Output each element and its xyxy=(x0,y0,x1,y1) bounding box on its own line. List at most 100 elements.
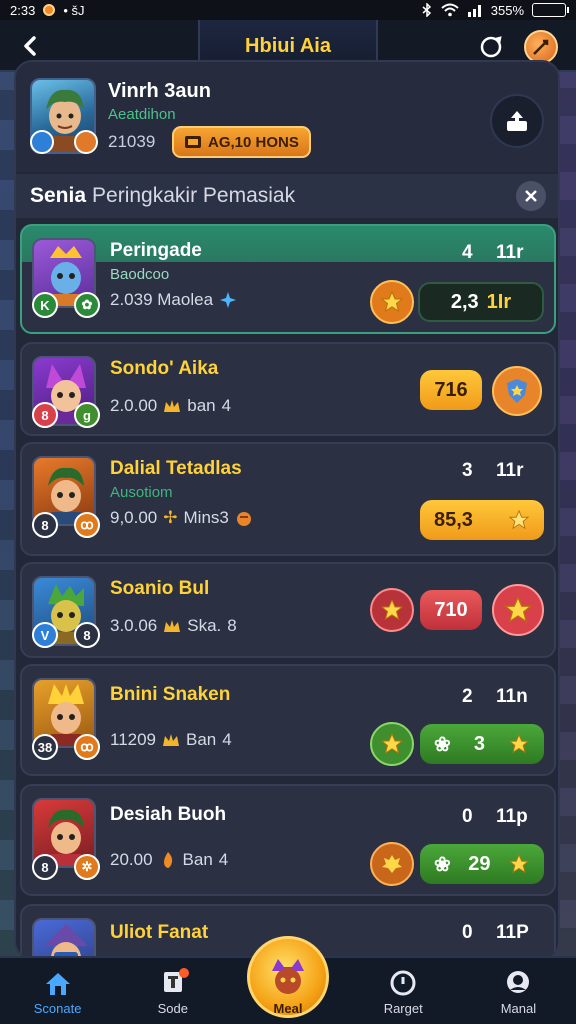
score-pill[interactable]: ❀ 29 xyxy=(420,844,544,884)
hero-class-badge: K xyxy=(32,292,58,318)
nav-clock[interactable]: Rarget xyxy=(346,958,461,1024)
pill-value: 710 xyxy=(434,598,468,621)
hero-element-badge: g xyxy=(74,402,100,428)
nav-center-label: Meal xyxy=(273,1001,303,1016)
sword-icon xyxy=(533,39,549,55)
ranking-panel: Vinrh 3aun Aeatdihon 21039 AG,10 HONS Se… xyxy=(14,60,560,960)
player-class-badge xyxy=(30,130,54,154)
ranking-row[interactable]: 8 ꝏ Dalial Tetadlas Ausotiom 9,0.00 ✢ Mi… xyxy=(20,442,556,556)
row-title: Uliot Fanat xyxy=(110,922,209,943)
bluetooth-icon xyxy=(422,3,431,17)
ranking-row[interactable]: 38 ꝏ Bnini Snaken 11209 Ban 4 2 11n ❀ 3 xyxy=(20,664,556,776)
battery-percent: 355% xyxy=(490,2,524,18)
crown-icon xyxy=(164,400,181,412)
wifi-icon xyxy=(441,3,459,17)
fist-icon xyxy=(236,512,251,526)
signal-icon xyxy=(467,5,481,17)
star-button[interactable] xyxy=(370,722,414,766)
row-title: Dalial Tetadlas xyxy=(110,458,242,479)
clover-icon: ❀ xyxy=(434,733,451,756)
row-title: Soanio Bul xyxy=(110,578,210,599)
row-subtitle: Baodcoo xyxy=(110,266,170,283)
nav-clock-label: Rarget xyxy=(383,1001,423,1016)
nav-home[interactable]: Sconate xyxy=(0,958,115,1024)
row-tier: 11n xyxy=(496,686,528,707)
hero-class-badge: 38 xyxy=(32,734,58,760)
row-stats: 2.0.00 ban 4 xyxy=(110,396,231,416)
player-score: 21039 xyxy=(108,132,156,151)
back-button[interactable] xyxy=(14,30,48,62)
star-icon xyxy=(508,853,530,874)
row-stats-num: 4 xyxy=(218,850,229,869)
star-button[interactable] xyxy=(370,280,414,324)
row-rank: 0 xyxy=(462,806,473,827)
page-title: Hbiui Aia xyxy=(245,34,331,57)
hero-element-badge: ✲ xyxy=(74,854,100,880)
hero-element-badge: ✿ xyxy=(74,292,100,318)
player-profile: Vinrh 3aun Aeatdihon 21039 AG,10 HONS xyxy=(16,62,558,172)
row-stats: 20.00 Ban 4 xyxy=(110,850,228,870)
score-pill[interactable]: 710 xyxy=(420,590,482,630)
close-icon xyxy=(525,190,537,202)
hero-class-badge: 8 xyxy=(32,512,58,538)
shield-button[interactable] xyxy=(492,366,542,416)
bottom-nav: Sconate Sode Meal Rarget Manal xyxy=(0,936,576,1024)
close-section-button[interactable] xyxy=(516,181,546,211)
status-time: 2:33 xyxy=(10,2,36,18)
row-stats-text: 3.0.06 xyxy=(110,616,158,635)
bonus-badge[interactable]: AG,10 HONS xyxy=(172,126,311,158)
ranking-row[interactable]: 8 g Sondo' Aika 2.0.00 ban 4 716 xyxy=(20,342,556,436)
notification-dot xyxy=(179,968,190,978)
ticket-icon xyxy=(185,136,201,148)
row-stats-text: 9,0.00 xyxy=(110,508,158,527)
nav-home-label: Sconate xyxy=(33,1001,82,1016)
chat-icon xyxy=(507,971,530,993)
star-icon xyxy=(380,598,404,621)
nav-chat[interactable]: Manal xyxy=(461,958,576,1024)
row-stats-text: 2.0.00 xyxy=(110,396,158,415)
row-rank: 2 xyxy=(462,686,473,707)
row-tier: 11r xyxy=(496,242,524,263)
ranking-row[interactable]: K ✿ Peringade Baodcoo 2.039 Maolea 4 11r… xyxy=(20,224,556,334)
star-button[interactable] xyxy=(370,588,414,632)
player-element-badge xyxy=(74,130,98,154)
pill-suffix: 1Ir xyxy=(486,290,512,313)
pill-value: 3 xyxy=(473,732,485,755)
score-pill[interactable]: 716 xyxy=(420,370,482,410)
character-icon xyxy=(272,959,304,994)
row-tier: 11r xyxy=(496,460,524,481)
favorite-button[interactable] xyxy=(492,584,544,636)
row-stats-text: 2.039 Maolea xyxy=(110,290,214,309)
ranking-row[interactable]: V 8 Soanio Bul 3.0.06 Ska. 8 710 xyxy=(20,562,556,658)
refresh-icon xyxy=(480,36,502,58)
nav-chat-label: Manal xyxy=(500,1001,537,1016)
crest-button[interactable] xyxy=(370,842,414,886)
share-button[interactable] xyxy=(490,94,544,148)
crest-icon xyxy=(382,855,402,873)
row-stats-unit: Mins3 xyxy=(183,508,229,527)
player-subtitle: Aeatdihon xyxy=(108,106,176,123)
row-stats-num: 4 xyxy=(222,730,232,749)
star-icon xyxy=(508,733,530,754)
row-stats-text: 20.00 xyxy=(110,850,153,869)
nav-center[interactable]: Meal xyxy=(230,936,345,1024)
star-icon xyxy=(508,509,530,530)
ranking-row[interactable]: 8 ✲ Desiah Buoh 20.00 Ban 4 0 11p ❀ 29 xyxy=(20,784,556,896)
nav-trophy[interactable]: Sode xyxy=(115,958,230,1024)
hero-element-badge: ꝏ xyxy=(74,734,100,760)
row-stats: 11209 Ban 4 xyxy=(110,730,232,750)
section-title-rest: Peringkakir Pemasiak xyxy=(92,184,296,207)
help-button[interactable] xyxy=(476,32,506,62)
clock-icon xyxy=(390,970,416,996)
profile-avatar-button[interactable] xyxy=(524,30,558,64)
row-stats-num: 8 xyxy=(227,616,237,635)
upload-icon xyxy=(507,111,527,131)
score-pill[interactable]: 85,3 xyxy=(420,500,544,540)
pill-value: 716 xyxy=(434,378,468,401)
score-pill[interactable]: ❀ 3 xyxy=(420,724,544,764)
hero-class-badge: 8 xyxy=(32,402,58,428)
row-stats: 3.0.06 Ska. 8 xyxy=(110,616,237,636)
player-name: Vinrh 3aun xyxy=(108,80,211,102)
crown-icon xyxy=(164,620,181,632)
score-pill[interactable]: 2,3 1Ir xyxy=(418,282,544,322)
